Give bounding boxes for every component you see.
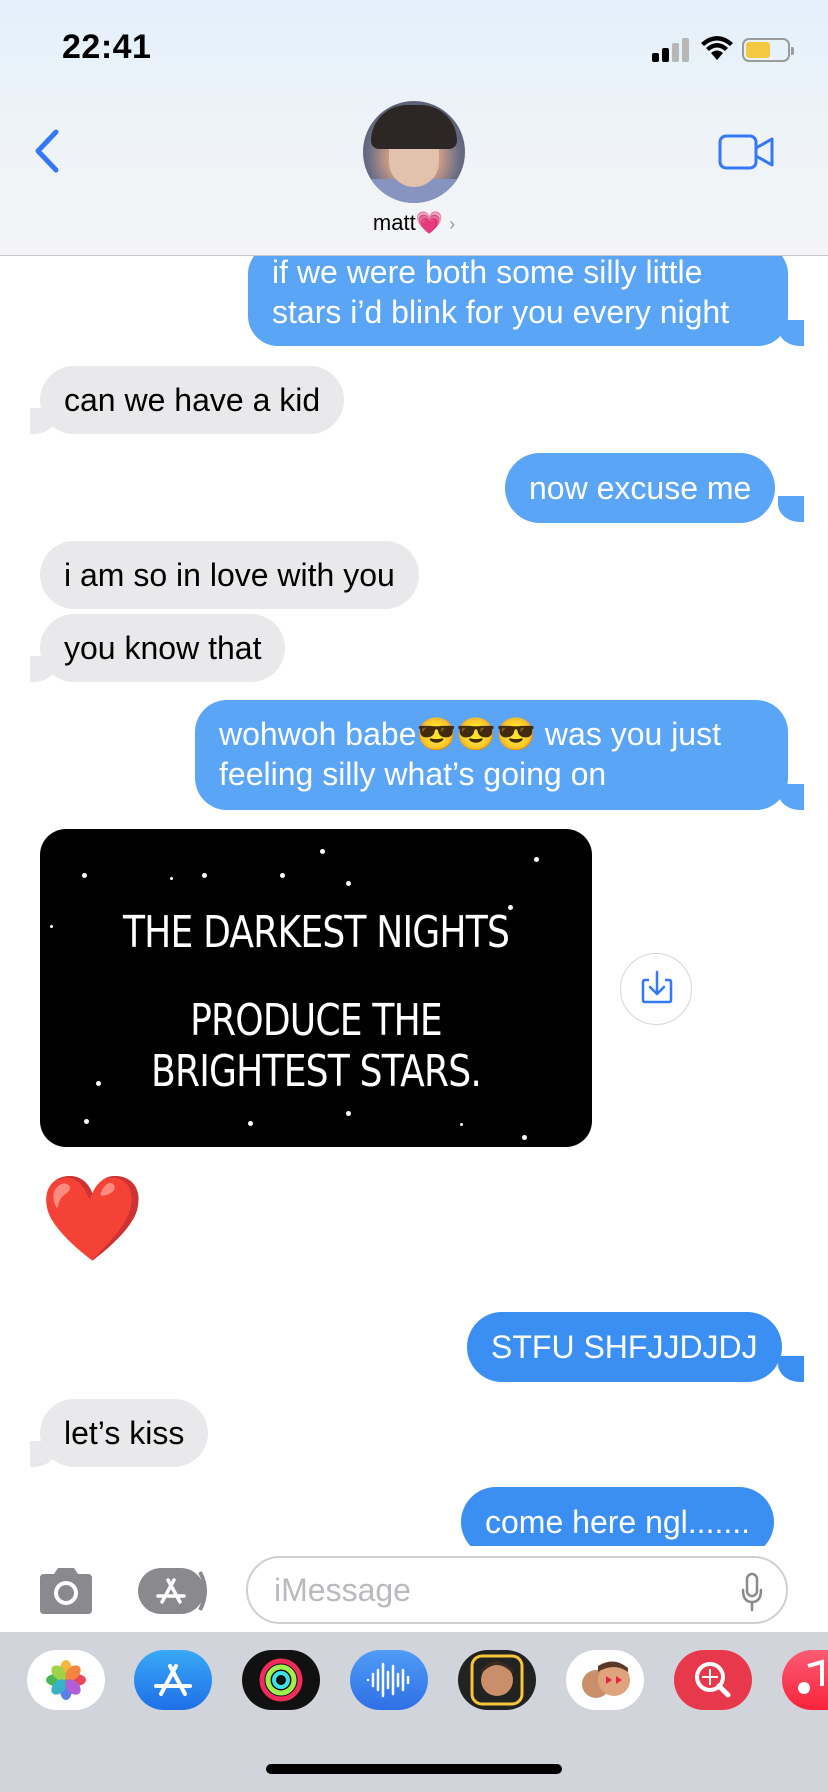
animoji-app-icon[interactable] xyxy=(566,1650,644,1710)
message-text-line: wohwoh babe😎😎😎 was you just xyxy=(219,716,721,752)
contact-name-row[interactable]: matt💗 › xyxy=(0,210,828,236)
outgoing-message[interactable]: now excuse me xyxy=(505,453,776,523)
bubble-tail xyxy=(778,320,804,346)
outgoing-message[interactable]: if we were both some silly little stars … xyxy=(248,256,788,346)
message-thread[interactable]: if we were both some silly little stars … xyxy=(0,256,828,1546)
photos-app-icon[interactable] xyxy=(27,1650,105,1710)
incoming-message[interactable]: can we have a kid xyxy=(40,366,345,434)
home-indicator[interactable] xyxy=(266,1764,562,1774)
image-message[interactable]: THE DARKEST NIGHTS PRODUCE THE BRIGHTEST… xyxy=(40,829,592,1147)
outgoing-message[interactable]: wohwoh babe😎😎😎 was you just feeling sill… xyxy=(195,700,788,810)
download-icon xyxy=(641,970,673,1004)
message-input[interactable]: iMessage xyxy=(246,1556,788,1624)
contact-name: matt xyxy=(372,210,416,235)
image-text-line: THE DARKEST NIGHTS xyxy=(122,907,510,958)
compose-bar: iMessage xyxy=(0,1546,828,1632)
app-store-drawer-button[interactable] xyxy=(138,1568,212,1614)
microphone-icon[interactable] xyxy=(740,1572,764,1612)
message-input-placeholder: iMessage xyxy=(274,1572,411,1608)
bubble-tail xyxy=(778,1356,804,1382)
outgoing-message[interactable]: come here ngl....... xyxy=(461,1487,775,1546)
bubble-tail xyxy=(778,784,804,810)
back-chevron-icon[interactable] xyxy=(30,128,64,174)
music-app-icon[interactable] xyxy=(782,1650,828,1710)
facetime-video-icon[interactable] xyxy=(718,134,774,170)
wifi-icon xyxy=(701,36,733,60)
pink-heart-emoji: 💗 xyxy=(415,210,444,235)
message-text-line: feeling silly what’s going on xyxy=(219,756,607,792)
incoming-message[interactable]: i am so in love with you xyxy=(40,541,419,609)
bubble-tail xyxy=(30,656,56,682)
heart-emoji-message[interactable]: ❤️ xyxy=(40,1168,145,1268)
outgoing-message[interactable]: STFU SHFJJDJDJ xyxy=(467,1312,782,1382)
activity-app-icon[interactable] xyxy=(242,1650,320,1710)
bubble-tail xyxy=(30,408,56,434)
memoji-app-icon[interactable] xyxy=(458,1650,536,1710)
app-store-app-icon[interactable] xyxy=(134,1650,212,1710)
camera-icon[interactable] xyxy=(36,1566,96,1616)
message-text-line: if we were both some silly little xyxy=(272,256,703,290)
image-text-line: PRODUCE THE BRIGHTEST STARS. xyxy=(151,995,482,1097)
incoming-message[interactable]: you know that xyxy=(40,614,286,682)
conversation-header: 22:41 matt💗 › xyxy=(0,0,828,256)
bubble-tail xyxy=(778,496,804,522)
message-text-line: stars i’d blink for you every night xyxy=(272,294,730,330)
status-time: 22:41 xyxy=(62,28,152,66)
bubble-tail xyxy=(30,1441,56,1467)
cellular-signal-icon xyxy=(652,38,689,62)
images-search-app-icon[interactable] xyxy=(674,1650,752,1710)
chevron-right-icon: › xyxy=(449,214,456,234)
contact-avatar[interactable] xyxy=(363,101,465,203)
save-image-button[interactable] xyxy=(620,953,692,1025)
incoming-message[interactable]: let’s kiss xyxy=(40,1399,209,1467)
battery-icon xyxy=(742,38,794,62)
app-store-icon xyxy=(138,1568,207,1614)
audio-message-app-icon[interactable] xyxy=(350,1650,428,1710)
